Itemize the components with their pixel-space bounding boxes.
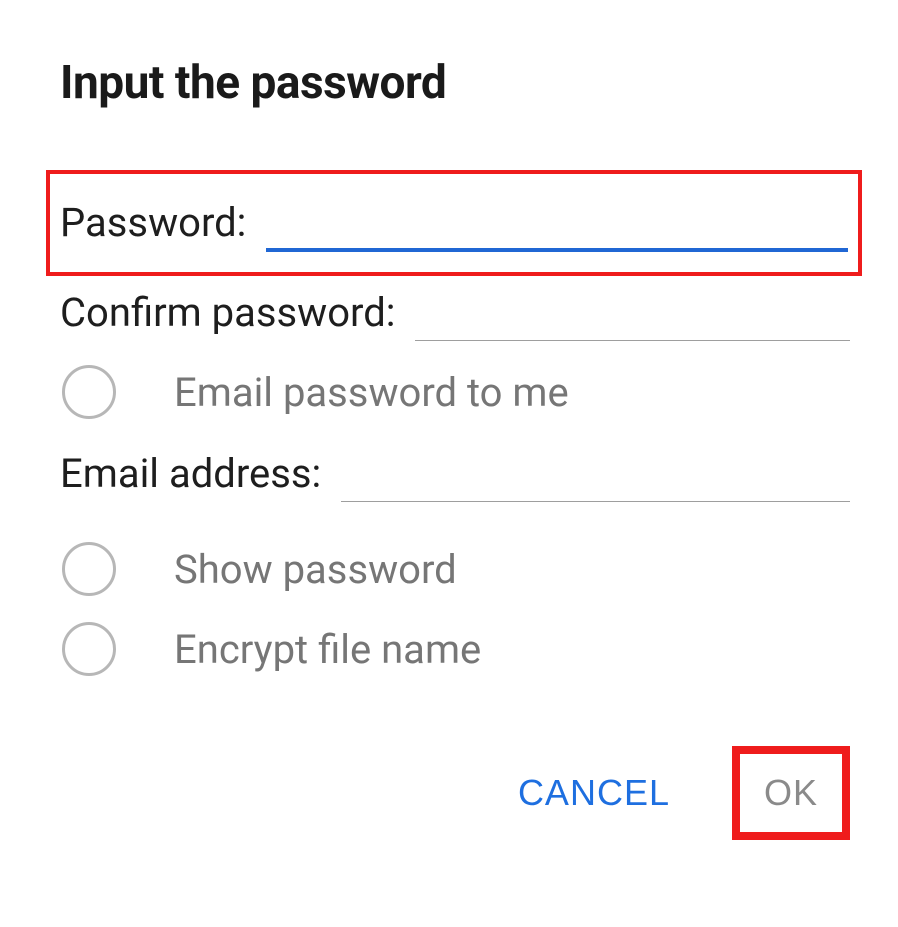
email-password-radio[interactable] <box>62 365 116 419</box>
email-address-label: Email address: <box>60 450 321 497</box>
password-label: Password: <box>60 199 246 246</box>
confirm-password-row: Confirm password: <box>60 284 850 341</box>
email-password-option: Email password to me <box>60 365 850 419</box>
cancel-button[interactable]: CANCEL <box>500 758 688 828</box>
encrypt-file-name-label: Encrypt file name <box>174 626 481 673</box>
show-password-label: Show password <box>174 546 457 593</box>
encrypt-file-name-option: Encrypt file name <box>60 622 850 676</box>
ok-button[interactable]: OK <box>746 758 836 828</box>
dialog-actions: CANCEL OK <box>60 746 850 840</box>
email-password-label: Email password to me <box>174 369 569 416</box>
email-address-input[interactable] <box>341 445 850 502</box>
confirm-password-input[interactable] <box>415 284 850 341</box>
encrypt-file-name-radio[interactable] <box>62 622 116 676</box>
dialog-title: Input the password <box>60 56 850 110</box>
confirm-password-label: Confirm password: <box>60 289 395 336</box>
show-password-radio[interactable] <box>62 542 116 596</box>
password-row: Password: <box>46 170 862 276</box>
ok-highlight: OK <box>732 746 850 840</box>
password-input[interactable] <box>266 192 848 252</box>
email-address-row: Email address: <box>60 445 850 502</box>
show-password-option: Show password <box>60 542 850 596</box>
password-dialog: Input the password Password: Confirm pas… <box>0 0 898 880</box>
